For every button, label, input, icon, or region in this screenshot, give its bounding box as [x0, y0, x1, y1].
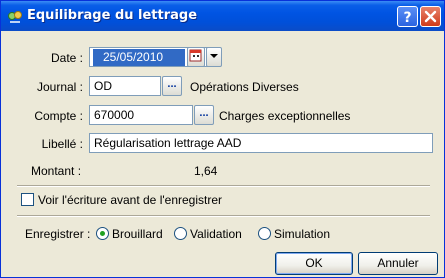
dialog-window: Equilibrage du lettrage ? Date : 25/05/2…: [0, 0, 445, 278]
close-button[interactable]: [420, 6, 441, 27]
date-label: Date :: [50, 51, 83, 65]
radio-validation[interactable]: [174, 227, 187, 240]
libelle-field[interactable]: Régularisation lettrage AAD: [89, 133, 433, 153]
date-dropdown-button[interactable]: [206, 47, 222, 67]
chevron-down-icon: [210, 54, 218, 58]
compte-lookup-button[interactable]: ...: [194, 105, 214, 125]
journal-field[interactable]: OD: [89, 76, 161, 96]
compte-label: Compte :: [34, 109, 83, 123]
compte-description: Charges exceptionnelles: [219, 109, 351, 123]
save-mode-label: Enregistrer :: [25, 227, 91, 241]
calendar-button[interactable]: [187, 47, 205, 67]
calendar-icon: [189, 49, 202, 62]
libelle-label: Libellé :: [41, 137, 83, 151]
help-icon: ?: [403, 10, 411, 26]
window-title: Equilibrage du lettrage: [27, 8, 198, 23]
close-icon: [424, 10, 437, 23]
radio-label-validation[interactable]: Validation: [190, 227, 242, 241]
journal-label: Journal :: [36, 80, 83, 94]
title-bar[interactable]: Equilibrage du lettrage ?: [1, 1, 444, 31]
help-button[interactable]: ?: [397, 6, 418, 27]
divider: [17, 185, 430, 187]
date-value: 25/05/2010: [93, 49, 185, 66]
radio-label-simulation[interactable]: Simulation: [274, 227, 330, 241]
app-icon: [7, 8, 23, 24]
montant-label: Montant :: [31, 164, 82, 178]
preview-checkbox[interactable]: [21, 193, 34, 206]
journal-lookup-button[interactable]: ...: [162, 76, 182, 96]
preview-label[interactable]: Voir l'écriture avant de l'enregistrer: [38, 193, 222, 207]
ok-button[interactable]: OK: [275, 252, 353, 275]
compte-field[interactable]: 670000: [89, 105, 193, 125]
divider: [17, 215, 430, 217]
radio-selected-dot: [100, 231, 105, 236]
radio-brouillard[interactable]: [96, 227, 109, 240]
radio-label-brouillard[interactable]: Brouillard: [112, 227, 163, 241]
montant-value: 1,64: [194, 164, 218, 178]
radio-simulation[interactable]: [258, 227, 271, 240]
cancel-button[interactable]: Annuler: [358, 252, 438, 275]
svg-text:?: ?: [403, 10, 411, 26]
journal-description: Opérations Diverses: [190, 80, 299, 94]
